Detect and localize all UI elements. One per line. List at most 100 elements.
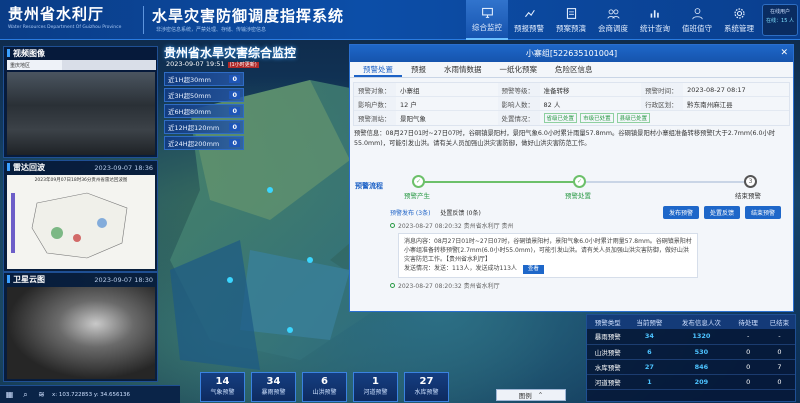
warning-count: 1 [372,376,379,387]
nav-item-forecast[interactable]: 预报预警 [508,0,550,40]
warning-message: 预警信息：08月27日01时~27日07时，谷硐镇景阳村，景阳气象6.0小时累计… [354,130,776,147]
rain-label: 近24H超200mm [168,140,220,148]
rain-item[interactable]: 近24H超200mm 0 [164,136,244,150]
camera-select[interactable] [62,60,156,70]
rain-item[interactable]: 近12H超120mm 0 [164,120,244,134]
satellite-image[interactable] [7,287,155,379]
rain-item[interactable]: 近1H超30mm 0 [164,72,244,86]
nav-label: 预报预警 [514,23,544,33]
column-header: 发布信息人次 [670,315,733,329]
radar-image[interactable]: 2023年09月07日18时36分贵州省雷达回波图 [7,175,155,269]
close-icon[interactable]: ✕ [780,48,788,58]
nav-item-plan[interactable]: 预案预演 [550,0,592,40]
field-label: 预警时间： [641,83,684,96]
warning-count: 34 [266,376,281,387]
table-row[interactable]: 河道预警 1 209 0 0 [587,374,795,390]
rain-label: 近6H超80mm [168,108,211,116]
status-tags: 省级已处置 市级已处置 县级已处置 [540,111,789,125]
region: 黔东南州麻江县 [687,100,733,109]
nav-item-duty[interactable]: 值班值守 [676,0,718,40]
table-cell: 27 [628,359,671,375]
status-tag: 省级已处置 [543,113,578,123]
search-icon[interactable]: ⌕ [20,389,31,400]
header-divider [143,6,144,34]
rain-item[interactable]: 近6H超80mm 0 [164,104,244,118]
subtab-publish[interactable]: 预警发布 (3条) [390,208,430,217]
step-done-icon: ✓ [412,175,425,188]
settings-icon [733,7,745,19]
online-users-badge[interactable]: 在线用户 在线：15 人 [762,4,798,36]
satellite-title: 卫星云图 [13,274,45,284]
column-header: 当前预警 [628,315,671,329]
table-cell: 530 [670,344,733,360]
satellite-time: 2023-09-07 18:30 [94,276,153,284]
table-row[interactable]: 水库预警 27 846 0 7 [587,359,795,375]
satellite-panel: 卫星云图 2023-09-07 18:30 [3,272,158,382]
publish-warning-button[interactable]: 发布预警 [662,206,699,219]
plan-icon [566,7,576,19]
table-cell: 0 [763,374,795,390]
table-row[interactable]: 山洪预警 6 530 0 0 [587,344,795,360]
warning-stats-table: 预警类型 当前预警 发布信息人次 待处理 已结束 暴雨预警 34 1320 - … [587,315,795,390]
timeline-dot-icon [390,223,395,228]
rain-label: 近1H超30mm [168,76,211,84]
layers-icon[interactable]: ▦ [4,389,15,400]
monitor-title: 贵州省水旱灾害综合监控 [164,46,297,60]
field-label: 预警对象： [354,83,396,96]
flood-icon[interactable]: ≋ [36,389,47,400]
radar-title: 雷达回波 [13,162,45,172]
warning-card[interactable]: 34 暴雨预警 [251,372,296,402]
update-badge: (1小时更新) [227,62,259,68]
map-toolbar: ▦ ⌕ ≋ x: 103.722853 y: 34.656136 [0,385,180,403]
panel-title: 视频图像 [4,47,157,59]
timeline-dot-icon [390,283,395,288]
step-label: 结束预警 [735,192,761,200]
up-chevron-icon: ⌃ [537,391,544,399]
warning-card[interactable]: 1 河道预警 [353,372,398,402]
warning-label: 山洪预警 [312,389,337,396]
field-label: 处置情况： [497,111,540,125]
table-cell: 河道预警 [587,374,629,390]
view-button[interactable]: 查看 [522,265,544,274]
warning-card[interactable]: 14 气象预警 [200,372,245,402]
rain-value: 0 [229,91,240,99]
nav-label: 系统管理 [724,23,754,33]
step-done-icon: ✓ [573,175,586,188]
end-warning-button[interactable]: 结束预警 [744,206,781,219]
warning-count: 27 [419,376,434,387]
nav-item-settings[interactable]: 系统管理 [718,0,760,40]
radar-time: 2023-09-07 18:36 [94,164,153,172]
tab-forecast[interactable]: 预报 [402,62,435,77]
tab-warning-handling[interactable]: 预警处置 [354,62,402,77]
monitor-icon [481,7,493,18]
tab-danger-zone[interactable]: 危险区信息 [546,62,602,77]
people: 82 人 [543,100,561,109]
subtab-feedback[interactable]: 处置反馈 (0条) [440,208,480,217]
warning-summary-cards: 14 气象预警 34 暴雨预警 6 山洪预警 1 河道预警 27 水库预警 [200,372,449,402]
table-row[interactable]: 暴雨预警 34 1320 - - [587,329,795,345]
nav-item-stats[interactable]: 统计查询 [634,0,676,40]
timeline-time: 2023-08-27 08:20:32 贵州省水利厅 [398,283,500,290]
table-cell: 0 [732,374,764,390]
rain-item[interactable]: 近3H超50mm 0 [164,88,244,102]
rain-value: 0 [229,107,240,115]
nav-item-consult[interactable]: 会商调度 [592,0,634,40]
region-select[interactable]: 重庆地区 [7,60,62,70]
video-feed[interactable] [7,72,155,155]
nav-item-monitor[interactable]: 综合监控 [466,0,508,40]
nav-label: 综合监控 [472,22,502,32]
column-header: 已结束 [763,315,795,329]
step-connector [585,181,745,183]
field-label: 影响户数： [354,97,396,110]
table-cell: - [732,329,764,345]
legend-button[interactable]: 图例 ⌃ [496,389,566,401]
feedback-button[interactable]: 处置反馈 [703,206,740,219]
field-label: 预警等级： [497,83,540,96]
warning-card[interactable]: 6 山洪预警 [302,372,347,402]
dialog-header: 小寨组[522635101004] ✕ [350,45,793,62]
tab-plan[interactable]: 一纸化预案 [491,62,547,77]
video-panel: 视频图像 重庆地区 [3,46,158,158]
tab-hydro-data[interactable]: 水雨情数据 [435,62,491,77]
table-cell: 水库预警 [587,359,629,375]
warning-card[interactable]: 27 水库预警 [404,372,449,402]
